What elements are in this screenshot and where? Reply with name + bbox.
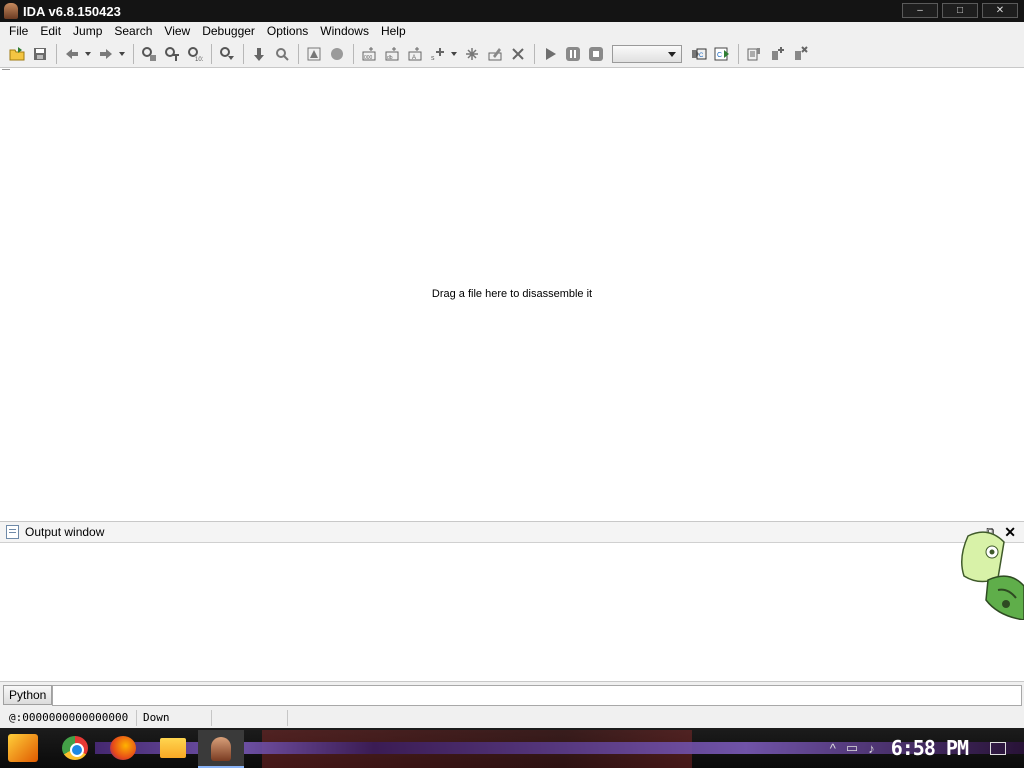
maximize-button[interactable]: □ (942, 3, 978, 18)
file-explorer-icon[interactable] (160, 738, 186, 758)
delete-breakpoint-icon[interactable] (789, 43, 811, 65)
graph-view-icon[interactable] (303, 43, 325, 65)
svg-text:101: 101 (195, 57, 203, 62)
menu-view[interactable]: View (158, 22, 196, 41)
toolbar-separator (243, 44, 244, 64)
command-line-input[interactable] (52, 685, 1022, 706)
ida-app-icon (4, 3, 18, 19)
find-icon[interactable] (271, 43, 293, 65)
firefox-icon[interactable] (110, 736, 136, 760)
toolbar-separator (534, 44, 535, 64)
svg-text:s: s (431, 55, 435, 62)
ida-taskbar-icon[interactable] (198, 730, 244, 768)
start-debugger-icon[interactable] (539, 43, 561, 65)
search-next-icon[interactable] (216, 43, 238, 65)
corner-marker (2, 68, 10, 70)
jump-forward-icon[interactable] (95, 43, 117, 65)
svg-text:000: 000 (364, 55, 373, 61)
rename-icon[interactable] (484, 43, 506, 65)
status-address: @:0000000000000000 (0, 710, 137, 726)
make-code-icon[interactable]: 000 (358, 43, 380, 65)
menu-file[interactable]: File (3, 22, 34, 41)
output-window-header: Output window ⧉ ✕ (0, 521, 1024, 543)
menu-options[interactable]: Options (261, 22, 314, 41)
command-line-bar: Python (0, 682, 1024, 708)
window-title: IDA v6.8.150423 (23, 3, 121, 19)
svg-text:C: C (699, 53, 704, 59)
output-window-title: Output window (25, 525, 105, 539)
menu-help[interactable]: Help (375, 22, 412, 41)
network-icon[interactable]: ▭ (846, 740, 858, 756)
window-controls: – □ ✕ (902, 3, 1018, 18)
status-search-direction: Down (137, 710, 212, 726)
save-icon[interactable] (29, 43, 51, 65)
search-code-icon[interactable] (138, 43, 160, 65)
toolbar-separator (298, 44, 299, 64)
toolbar: 101 000 db A s C C (0, 41, 1024, 68)
undefine-icon[interactable] (461, 43, 483, 65)
svg-text:db: db (387, 55, 393, 61)
make-array-dropdown-icon[interactable] (450, 43, 458, 65)
jump-back-icon[interactable] (61, 43, 83, 65)
delete-icon[interactable] (507, 43, 529, 65)
chrome-icon[interactable] (62, 736, 88, 760)
toolbar-separator (133, 44, 134, 64)
volume-icon[interactable]: ♪ (868, 741, 875, 756)
svg-text:A: A (412, 55, 416, 61)
make-array-icon[interactable]: s (427, 43, 449, 65)
menu-edit[interactable]: Edit (34, 22, 67, 41)
drag-file-hint: Drag a file here to disassemble it (431, 288, 593, 300)
toolbar-separator (211, 44, 212, 64)
make-string-icon[interactable]: A (404, 43, 426, 65)
add-breakpoint-icon[interactable] (766, 43, 788, 65)
decompiler-icon[interactable]: C (711, 43, 733, 65)
search-text-icon[interactable] (161, 43, 183, 65)
stop-debugger-icon[interactable] (585, 43, 607, 65)
minimize-button[interactable]: – (902, 3, 938, 18)
menu-debugger[interactable]: Debugger (196, 22, 261, 41)
make-data-icon[interactable]: db (381, 43, 403, 65)
desktop-mascot-icon (961, 531, 1024, 620)
open-file-icon[interactable] (6, 43, 28, 65)
circle-icon[interactable] (326, 43, 348, 65)
breakpoints-icon[interactable] (743, 43, 765, 65)
system-tray: ^ ▭ ♪ 6:58 PM (830, 728, 1024, 768)
pause-debugger-icon[interactable] (562, 43, 584, 65)
menu-jump[interactable]: Jump (67, 22, 108, 41)
show-hidden-icons-icon[interactable]: ^ (830, 741, 836, 756)
output-window-content[interactable] (0, 543, 1024, 682)
menu-search[interactable]: Search (108, 22, 158, 41)
status-bar: @:0000000000000000 Down (0, 708, 1024, 728)
debugger-select[interactable] (612, 45, 682, 63)
toolbar-separator (738, 44, 739, 64)
svg-text:C: C (717, 52, 722, 59)
menu-bar: File Edit Jump Search View Debugger Opti… (0, 22, 1024, 41)
output-window-icon (6, 525, 19, 539)
status-extra (212, 710, 288, 726)
debugger-options-icon[interactable]: C (688, 43, 710, 65)
toolbar-separator (56, 44, 57, 64)
taskbar: ^ ▭ ♪ 6:58 PM (0, 728, 1024, 768)
search-binary-icon[interactable]: 101 (184, 43, 206, 65)
menu-windows[interactable]: Windows (314, 22, 375, 41)
start-button[interactable] (8, 734, 38, 762)
jump-down-icon[interactable] (248, 43, 270, 65)
close-button[interactable]: ✕ (982, 3, 1018, 18)
jump-forward-dropdown-icon[interactable] (118, 43, 126, 65)
jump-back-dropdown-icon[interactable] (84, 43, 92, 65)
disassembly-drop-area[interactable]: Drag a file here to disassemble it (0, 68, 1024, 521)
taskbar-clock[interactable]: 6:58 PM (891, 736, 969, 760)
toolbar-separator (353, 44, 354, 64)
notification-center-icon[interactable] (990, 741, 1006, 755)
title-bar: IDA v6.8.150423 – □ ✕ (0, 0, 1024, 22)
python-language-button[interactable]: Python (3, 685, 53, 705)
